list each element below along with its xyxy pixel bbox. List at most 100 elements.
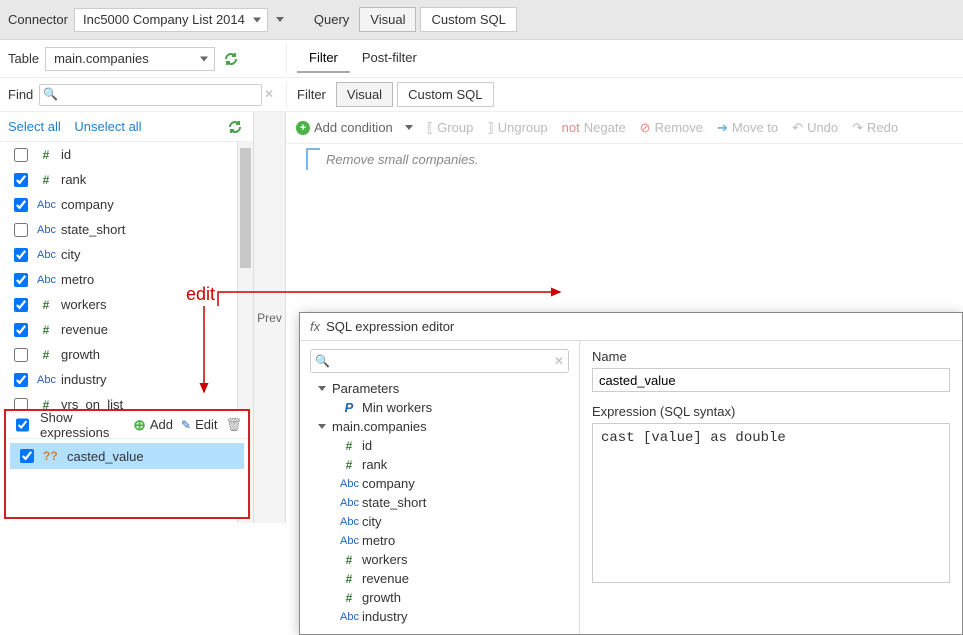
- field-label: id: [61, 147, 71, 162]
- editor-title: SQL expression editor: [326, 319, 454, 334]
- field-checkbox[interactable]: [14, 173, 28, 187]
- field-label: growth: [61, 347, 100, 362]
- edit-expression-button[interactable]: ✎Edit: [181, 417, 217, 432]
- show-expressions-label: Show expressions: [40, 410, 117, 440]
- filter-customsql-button[interactable]: Custom SQL: [397, 82, 493, 107]
- field-checkbox[interactable]: [14, 148, 28, 162]
- field-checkbox[interactable]: [14, 198, 28, 212]
- field-list: #id#rankAbccompanyAbcstate_shortAbccityA…: [0, 142, 253, 417]
- find-input[interactable]: [39, 84, 262, 106]
- plus-icon: +: [296, 121, 310, 135]
- number-type-icon: #: [37, 148, 55, 162]
- connector-label: Connector: [8, 12, 68, 27]
- show-expressions-checkbox[interactable]: [16, 418, 29, 432]
- field-label: rank: [61, 172, 86, 187]
- field-rank[interactable]: #rank: [0, 167, 253, 192]
- postfilter-tab[interactable]: Post-filter: [350, 44, 429, 73]
- field-growth[interactable]: #growth: [0, 342, 253, 367]
- tree-field-workers[interactable]: #workers: [310, 550, 569, 569]
- param-icon: P: [340, 400, 358, 415]
- field-checkbox[interactable]: [14, 248, 28, 262]
- field-label: revenue: [61, 322, 108, 337]
- tree-main-companies[interactable]: main.companies: [310, 417, 569, 436]
- clear-icon[interactable]: ✕: [264, 87, 274, 101]
- remove-button[interactable]: ⊘Remove: [640, 120, 703, 136]
- field-checkbox[interactable]: [14, 273, 28, 287]
- field-label: company: [61, 197, 114, 212]
- undo-button[interactable]: ↶Undo: [792, 120, 838, 136]
- field-city[interactable]: Abccity: [0, 242, 253, 267]
- field-checkbox[interactable]: [14, 323, 28, 337]
- connector-menu-arrow[interactable]: [276, 17, 284, 22]
- group-button[interactable]: ⟦Group: [427, 120, 474, 136]
- tree-param-min-workers[interactable]: P Min workers: [310, 398, 569, 417]
- tree-field-state_short[interactable]: Abcstate_short: [310, 493, 569, 512]
- field-checkbox[interactable]: [14, 348, 28, 362]
- condition-comment: Remove small companies.: [326, 152, 478, 167]
- select-all-link[interactable]: Select all: [8, 119, 61, 134]
- field-checkbox[interactable]: [14, 373, 28, 387]
- top-toolbar: Connector Inc5000 Company List 2014 Quer…: [0, 0, 963, 40]
- tree-field-metro[interactable]: Abcmetro: [310, 531, 569, 550]
- expression-item[interactable]: ?? casted_value: [10, 443, 244, 469]
- delete-expression-button[interactable]: 🗑: [225, 417, 242, 433]
- chevron-down-icon: [405, 125, 413, 130]
- text-type-icon: Abc: [37, 274, 55, 286]
- name-label: Name: [592, 349, 950, 364]
- moveto-button[interactable]: ➔Move to: [717, 120, 778, 136]
- field-workers[interactable]: #workers: [0, 292, 253, 317]
- unknown-type-icon: ??: [43, 449, 61, 463]
- table-combo[interactable]: main.companies: [45, 47, 215, 71]
- clear-icon[interactable]: ✕: [554, 354, 564, 368]
- preview-strip[interactable]: Prev: [254, 112, 286, 523]
- text-type-icon: Abc: [340, 497, 358, 509]
- expression-checkbox[interactable]: [20, 449, 34, 463]
- refresh-icon[interactable]: [223, 51, 239, 67]
- tree-field-rank[interactable]: #rank: [310, 455, 569, 474]
- filter-tab[interactable]: Filter: [297, 44, 350, 73]
- ungroup-button[interactable]: ⟧Ungroup: [487, 120, 547, 136]
- expression-textarea[interactable]: cast [value] as double: [592, 423, 950, 583]
- tree-field-industry[interactable]: Abcindustry: [310, 607, 569, 626]
- negate-button[interactable]: notNegate: [562, 120, 626, 135]
- add-expression-button[interactable]: ⊕Add: [133, 416, 173, 434]
- query-label: Query: [314, 12, 349, 27]
- add-condition-button[interactable]: + Add condition: [296, 120, 413, 135]
- field-company[interactable]: Abc company: [0, 192, 253, 217]
- field-id[interactable]: # id: [0, 142, 253, 167]
- field-label: city: [61, 247, 81, 262]
- chevron-down-icon: [318, 386, 326, 391]
- number-type-icon: #: [340, 458, 358, 472]
- field-metro[interactable]: Abcmetro: [0, 267, 253, 292]
- redo-button[interactable]: ↷Redo: [852, 120, 898, 136]
- number-type-icon: #: [37, 323, 55, 337]
- tree-parameters[interactable]: Parameters: [310, 379, 569, 398]
- search-icon: 🔍: [315, 354, 330, 368]
- expr-label: Expression (SQL syntax): [592, 404, 950, 419]
- query-visual-button[interactable]: Visual: [359, 7, 416, 32]
- find-label: Find: [8, 87, 33, 102]
- field-industry[interactable]: Abcindustry: [0, 367, 253, 392]
- field-checkbox[interactable]: [14, 223, 28, 237]
- tree-field-city[interactable]: Abccity: [310, 512, 569, 531]
- unselect-all-link[interactable]: Unselect all: [74, 119, 141, 134]
- expression-name: casted_value: [67, 449, 144, 464]
- editor-search[interactable]: 🔍 ✕: [310, 349, 569, 373]
- field-revenue[interactable]: # revenue: [0, 317, 253, 342]
- filter-visual-button[interactable]: Visual: [336, 82, 393, 107]
- tree-field-id[interactable]: #id: [310, 436, 569, 455]
- plus-icon: ⊕: [133, 416, 146, 434]
- refresh-fields-icon[interactable]: [227, 119, 243, 135]
- text-type-icon: Abc: [37, 199, 55, 211]
- tree-field-growth[interactable]: #growth: [310, 588, 569, 607]
- tree-field-revenue[interactable]: #revenue: [310, 569, 569, 588]
- field-checkbox[interactable]: [14, 298, 28, 312]
- expression-name-input[interactable]: [592, 368, 950, 392]
- field-state_short[interactable]: Abcstate_short: [0, 217, 253, 242]
- tree-field-company[interactable]: Abccompany: [310, 474, 569, 493]
- field-label: workers: [61, 297, 107, 312]
- table-label: Table: [8, 51, 39, 66]
- connector-combo[interactable]: Inc5000 Company List 2014: [74, 8, 268, 32]
- query-customsql-button[interactable]: Custom SQL: [420, 7, 516, 32]
- text-type-icon: Abc: [340, 516, 358, 528]
